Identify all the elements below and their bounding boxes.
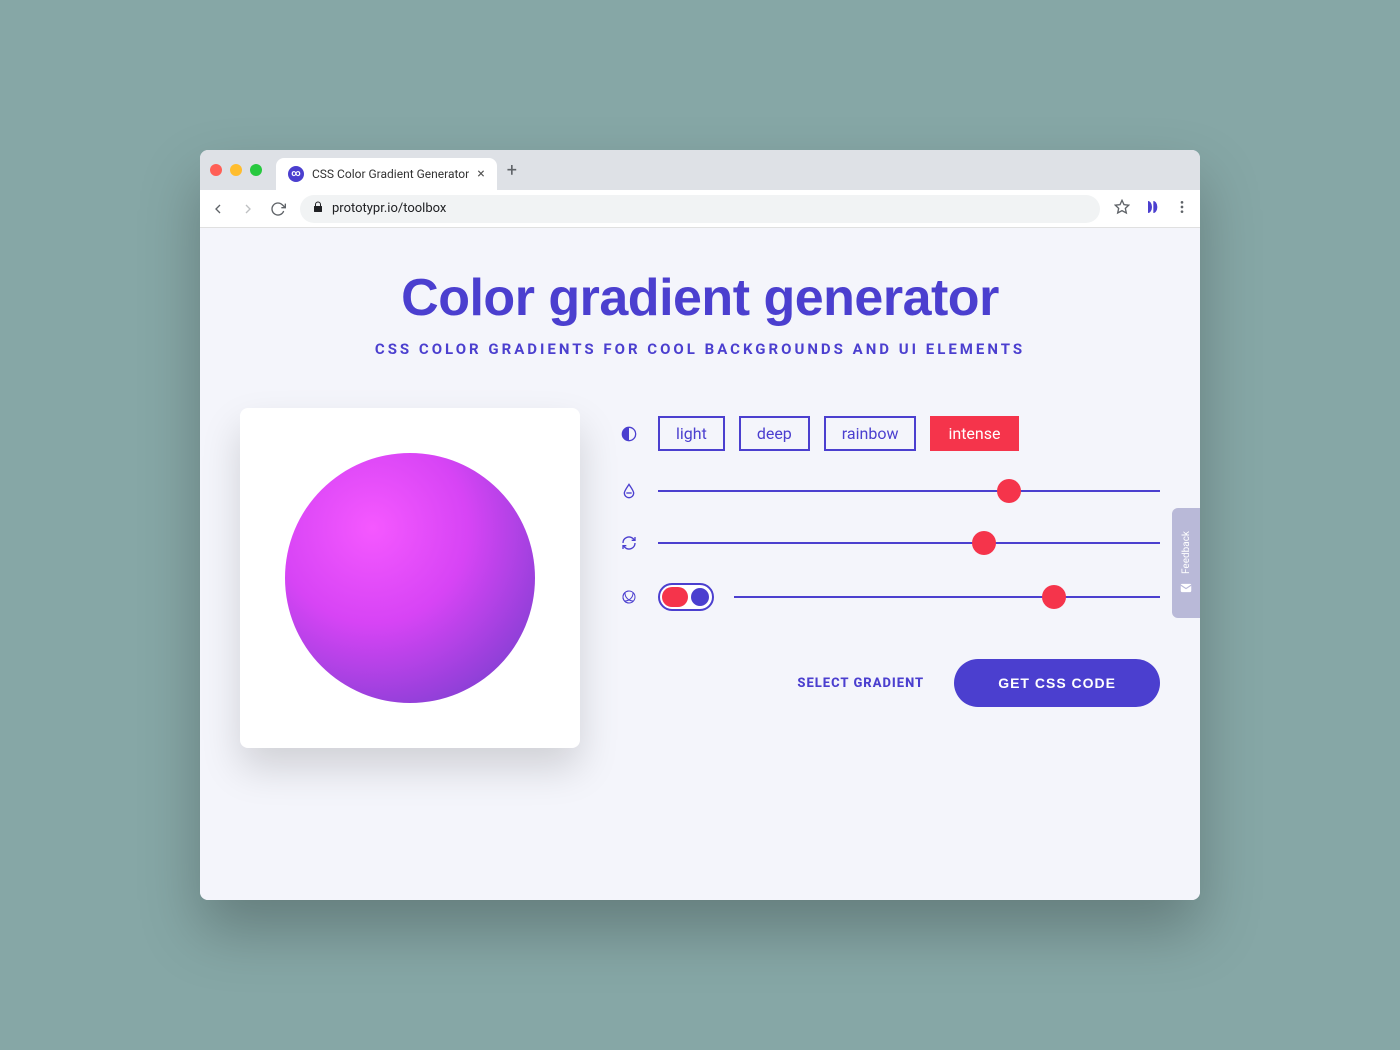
action-row: SELECT GRADIENT GET CSS CODE — [620, 659, 1160, 707]
workspace: light deep rainbow intense — [240, 408, 1160, 748]
hue-slider-thumb[interactable] — [997, 479, 1021, 503]
close-tab-icon[interactable]: × — [477, 166, 484, 182]
preset-buttons: light deep rainbow intense — [658, 416, 1019, 451]
page-content: Color gradient generator CSS COLOR GRADI… — [200, 228, 1200, 900]
noise-slider-thumb[interactable] — [1042, 585, 1066, 609]
back-button[interactable] — [210, 201, 226, 217]
preset-light-button[interactable]: light — [658, 416, 725, 451]
rotate-slider-thumb[interactable] — [972, 531, 996, 555]
url-text: prototypr.io/toolbox — [332, 201, 446, 216]
preset-deep-button[interactable]: deep — [739, 416, 810, 451]
rotate-slider-row — [620, 531, 1160, 555]
favicon-icon: ∞ — [288, 166, 304, 182]
window-controls — [210, 164, 262, 176]
hue-slider[interactable] — [658, 479, 1160, 503]
feedback-icon — [1179, 581, 1193, 595]
browser-window: ∞ CSS Color Gradient Generator × + proto… — [200, 150, 1200, 900]
page-subtitle: CSS COLOR GRADIENTS FOR COOL BACKGROUNDS… — [240, 340, 1160, 358]
feedback-label: Feedback — [1181, 531, 1192, 574]
preset-intense-button[interactable]: intense — [930, 416, 1018, 451]
controls-panel: light deep rainbow intense — [620, 408, 1160, 748]
rotate-slider[interactable] — [658, 531, 1160, 555]
get-css-code-button[interactable]: GET CSS CODE — [954, 659, 1160, 707]
minimize-window-button[interactable] — [230, 164, 242, 176]
tab-strip: ∞ CSS Color Gradient Generator × + — [200, 150, 1200, 190]
feedback-tab[interactable]: Feedback — [1172, 508, 1200, 618]
noise-icon — [620, 589, 638, 605]
browser-toolbar: prototypr.io/toolbox — [200, 190, 1200, 228]
gradient-preview-sphere — [285, 453, 535, 703]
contrast-icon — [620, 426, 638, 442]
noise-row — [620, 583, 1160, 611]
close-window-button[interactable] — [210, 164, 222, 176]
forward-button[interactable] — [240, 201, 256, 217]
page-title: Color gradient generator — [240, 268, 1160, 328]
address-bar[interactable]: prototypr.io/toolbox — [300, 195, 1100, 223]
lock-icon — [312, 201, 324, 217]
preset-row: light deep rainbow intense — [620, 416, 1160, 451]
reload-button[interactable] — [270, 201, 286, 217]
maximize-window-button[interactable] — [250, 164, 262, 176]
select-gradient-link[interactable]: SELECT GRADIENT — [797, 676, 924, 691]
rotate-icon — [620, 535, 638, 551]
hue-slider-row — [620, 479, 1160, 503]
gradient-preview-card — [240, 408, 580, 748]
bookmark-star-icon[interactable] — [1114, 199, 1130, 219]
noise-slider[interactable] — [734, 585, 1160, 609]
droplet-icon — [620, 483, 638, 499]
preset-rainbow-button[interactable]: rainbow — [824, 416, 917, 451]
browser-tab[interactable]: ∞ CSS Color Gradient Generator × — [276, 158, 497, 190]
new-tab-button[interactable]: + — [507, 160, 517, 181]
extension-icon[interactable] — [1144, 199, 1160, 219]
noise-toggle[interactable] — [658, 583, 714, 611]
menu-icon[interactable] — [1174, 199, 1190, 219]
tab-title: CSS Color Gradient Generator — [312, 167, 469, 181]
